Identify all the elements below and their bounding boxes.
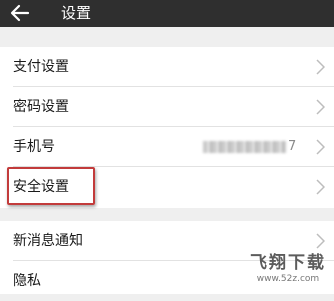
app-bar: 设置 bbox=[0, 0, 334, 27]
settings-item-payment[interactable]: 支付设置 bbox=[0, 47, 334, 87]
page-title: 设置 bbox=[61, 4, 92, 22]
watermark-logo: 飞翔下载 www.52z.com bbox=[250, 253, 326, 285]
chevron-right-icon bbox=[316, 59, 326, 75]
settings-item-label: 隐私 bbox=[13, 273, 41, 289]
settings-item-label: 新消息通知 bbox=[13, 233, 83, 249]
settings-item-label: 支付设置 bbox=[13, 59, 69, 75]
chevron-right-icon bbox=[316, 139, 326, 155]
watermark-url: www.52z.com bbox=[256, 274, 320, 284]
settings-item-label: 密码设置 bbox=[13, 99, 69, 115]
phone-number-tail: 7 bbox=[288, 139, 297, 154]
watermark-title: 飞翔下载 bbox=[250, 253, 326, 273]
settings-item-password[interactable]: 密码设置 bbox=[0, 87, 334, 127]
highlight-annotation-box bbox=[7, 167, 95, 205]
phone-number-value: 7 bbox=[203, 139, 297, 155]
settings-item-phone[interactable]: 手机号 7 bbox=[0, 127, 334, 167]
chevron-right-icon bbox=[316, 99, 326, 115]
chevron-right-icon bbox=[316, 179, 326, 195]
back-arrow-icon[interactable] bbox=[10, 4, 30, 22]
chevron-right-icon bbox=[316, 233, 326, 249]
redacted-phone-digits bbox=[203, 140, 286, 153]
settings-item-label: 手机号 bbox=[13, 139, 55, 155]
